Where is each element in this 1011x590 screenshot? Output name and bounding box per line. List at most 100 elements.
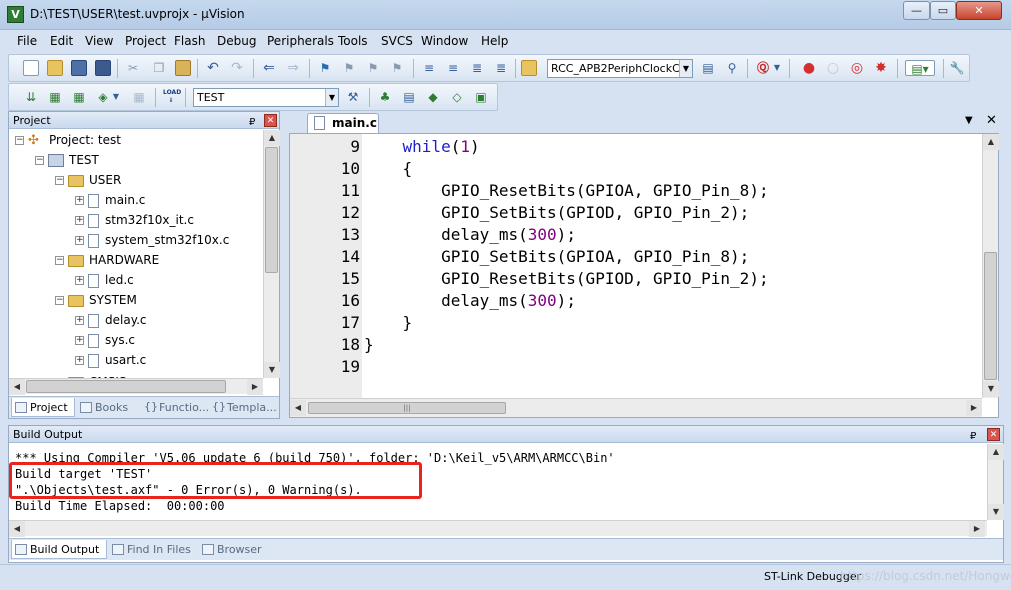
indent-icon[interactable]: ≡ — [421, 60, 437, 76]
menu-peripherals[interactable]: Peripherals — [267, 34, 334, 48]
menu-tools[interactable]: Tools — [338, 34, 368, 48]
menu-svcs[interactable]: SVCS — [381, 34, 413, 48]
chevron-down-icon[interactable]: ▼ — [325, 89, 338, 106]
navigate-back-icon[interactable]: ⇐ — [261, 60, 277, 76]
scroll-down-icon[interactable]: ▼ — [264, 362, 280, 378]
pin-icon[interactable]: ₽ — [249, 114, 255, 131]
tree-item-folder[interactable]: − USER — [55, 170, 121, 190]
copy-icon[interactable]: ❐ — [151, 60, 167, 76]
collapse-icon[interactable]: − — [55, 256, 64, 265]
unindent-icon[interactable]: ≡ — [445, 60, 461, 76]
window-layout-icon[interactable]: ▤▾ — [905, 60, 935, 76]
scroll-down-icon[interactable]: ▼ — [983, 381, 999, 397]
cut-icon[interactable]: ✂ — [125, 60, 141, 76]
chevron-down-icon[interactable]: ▼ — [679, 60, 692, 77]
find-in-files-icon[interactable] — [521, 60, 537, 76]
debug-session-icon[interactable]: Ⓠ — [755, 60, 771, 76]
scroll-thumb[interactable] — [984, 252, 997, 380]
menu-window[interactable]: Window — [421, 34, 468, 48]
stop-build-icon[interactable]: ▦ — [131, 89, 147, 105]
tree-item-project[interactable]: − ✣ Project: test — [15, 130, 121, 150]
menu-view[interactable]: View — [85, 34, 113, 48]
expand-icon[interactable]: + — [75, 336, 84, 345]
breakpoint-kill-all-icon[interactable]: ✸ — [873, 60, 889, 76]
tab-main-c[interactable]: main.c — [307, 113, 379, 133]
pin-icon[interactable]: ₽ — [970, 428, 976, 445]
chevron-down-icon[interactable]: ▼ — [772, 60, 782, 76]
pack-installer-icon[interactable]: ◇ — [449, 89, 465, 105]
save-all-icon[interactable] — [95, 60, 111, 76]
incremental-find-icon[interactable]: ▤ — [700, 60, 716, 76]
breakpoint-insert-icon[interactable]: ● — [801, 60, 817, 76]
close-tab-icon[interactable]: ✕ — [986, 113, 997, 128]
scroll-thumb[interactable]: ||| — [308, 402, 506, 414]
expand-icon[interactable]: + — [75, 356, 84, 365]
tab-templates[interactable]: {} Templa... — [209, 398, 277, 417]
collapse-icon[interactable]: − — [35, 156, 44, 165]
scroll-right-icon[interactable]: ▶ — [969, 521, 985, 537]
chevron-down-icon[interactable]: ▼ — [111, 89, 121, 105]
scroll-right-icon[interactable]: ▶ — [247, 379, 263, 395]
navigate-forward-icon[interactable]: ⇒ — [285, 60, 301, 76]
tree-item-file[interactable]: + sys.c — [75, 330, 135, 350]
tab-functions[interactable]: {} Functio... — [141, 398, 209, 417]
tree-item-folder[interactable]: − SYSTEM — [55, 290, 137, 310]
project-vertical-scrollbar[interactable]: ▲ ▼ — [263, 130, 280, 378]
close-panel-icon[interactable]: ✕ — [987, 428, 1000, 441]
editor-vertical-scrollbar[interactable]: ▲ ▼ — [982, 134, 999, 398]
menu-help[interactable]: Help — [481, 34, 508, 48]
batch-build-icon[interactable]: ◈ — [95, 89, 111, 105]
build-vertical-scrollbar[interactable]: ▲ ▼ — [987, 444, 1004, 520]
scroll-up-icon[interactable]: ▲ — [988, 444, 1004, 460]
scroll-left-icon[interactable]: ◀ — [9, 379, 25, 395]
breakpoint-enable-icon[interactable]: ○ — [825, 60, 841, 76]
uncomment-icon[interactable]: ≣ — [493, 60, 509, 76]
tab-project[interactable]: Project — [11, 398, 75, 417]
manage-project-items-icon[interactable]: ♣ — [377, 89, 393, 105]
build-horizontal-scrollbar[interactable]: ◀ ▶ — [9, 520, 987, 537]
download-icon[interactable]: LOAD ⇓ — [163, 89, 181, 105]
bookmark-clear-icon[interactable]: ⚑ — [389, 60, 405, 76]
software-packs-icon[interactable]: ▣ — [473, 89, 489, 105]
tree-item-file[interactable]: + stm32f10x_it.c — [75, 210, 194, 230]
tab-build-output[interactable]: Build Output — [11, 540, 107, 559]
maximize-button[interactable]: ▭ — [930, 1, 956, 20]
tab-find-in-files[interactable]: Find In Files — [109, 540, 197, 559]
menu-edit[interactable]: Edit — [50, 34, 73, 48]
function-combo[interactable]: RCC_APB2PeriphClockCm ▼ — [547, 59, 693, 78]
scroll-up-icon[interactable]: ▲ — [264, 130, 280, 146]
close-window-button[interactable]: ✕ — [956, 1, 1002, 20]
collapse-icon[interactable]: − — [55, 296, 64, 305]
scroll-left-icon[interactable]: ◀ — [9, 521, 25, 537]
editor-horizontal-scrollbar[interactable]: ◀ ||| ▶ — [290, 398, 982, 417]
tree-item-folder[interactable]: − HARDWARE — [55, 250, 159, 270]
build-icon[interactable]: ▦ — [47, 89, 63, 105]
scroll-up-icon[interactable]: ▲ — [983, 134, 999, 150]
new-file-icon[interactable] — [23, 60, 39, 76]
scroll-thumb[interactable] — [265, 147, 278, 273]
menu-project[interactable]: Project — [125, 34, 166, 48]
redo-icon[interactable]: ↷ — [229, 60, 245, 76]
comment-icon[interactable]: ≣ — [469, 60, 485, 76]
menu-file[interactable]: File — [17, 34, 37, 48]
tree-item-file[interactable]: + usart.c — [75, 350, 146, 370]
scroll-right-icon[interactable]: ▶ — [966, 400, 982, 416]
expand-icon[interactable]: + — [75, 236, 84, 245]
tab-browser[interactable]: Browser — [199, 540, 267, 559]
tab-books[interactable]: Books — [77, 398, 139, 417]
bookmark-prev-icon[interactable]: ⚑ — [341, 60, 357, 76]
scroll-left-icon[interactable]: ◀ — [290, 400, 306, 416]
collapse-icon[interactable]: − — [15, 136, 24, 145]
bookmark-next-icon[interactable]: ⚑ — [365, 60, 381, 76]
expand-icon[interactable]: + — [75, 276, 84, 285]
run-time-environment-icon[interactable]: ◆ — [425, 89, 441, 105]
expand-icon[interactable]: + — [75, 216, 84, 225]
paste-icon[interactable] — [175, 60, 191, 76]
scroll-down-icon[interactable]: ▼ — [988, 504, 1004, 520]
open-file-icon[interactable] — [47, 60, 63, 76]
tree-item-file[interactable]: + main.c — [75, 190, 145, 210]
menu-flash[interactable]: Flash — [174, 34, 205, 48]
tree-item-target[interactable]: − TEST — [35, 150, 99, 170]
tree-item-file[interactable]: + delay.c — [75, 310, 147, 330]
menu-debug[interactable]: Debug — [217, 34, 256, 48]
